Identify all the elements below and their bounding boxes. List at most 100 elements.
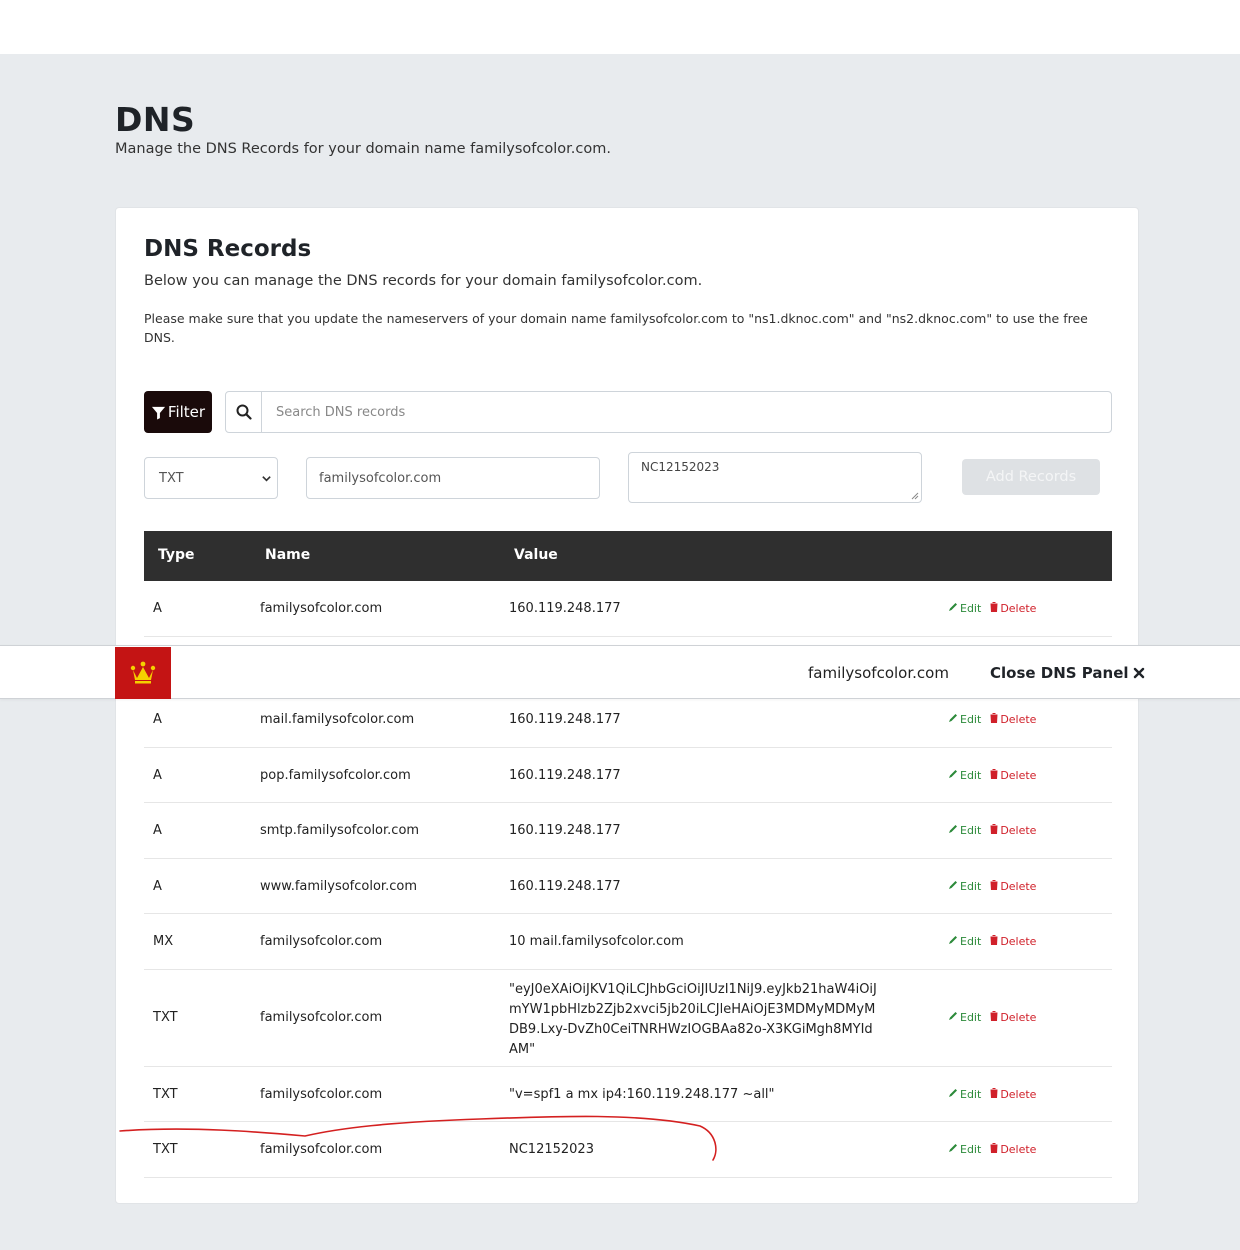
delete-label: Delete [1000, 935, 1037, 948]
record-name: familysofcolor.com [260, 601, 383, 616]
record-name-input[interactable]: familysofcolor.com [306, 457, 600, 499]
table-row: TXT familysofcolor.com NC12152023 Edit Delet… [144, 1122, 1112, 1178]
edit-button[interactable]: Edit [948, 880, 981, 893]
resize-grip-icon[interactable] [911, 492, 919, 500]
record-type: A [153, 712, 162, 727]
row-actions: Edit Delete [948, 1087, 1037, 1101]
trash-icon [990, 824, 998, 837]
edit-button[interactable]: Edit [948, 713, 981, 726]
pencil-icon [948, 935, 958, 948]
delete-button[interactable]: Delete [990, 713, 1036, 726]
record-value: "v=spf1 a mx ip4:160.119.248.177 ~all" [509, 1086, 775, 1102]
record-type: MX [153, 934, 174, 949]
trash-icon [990, 1143, 998, 1156]
trash-icon [990, 602, 998, 615]
pencil-icon [948, 602, 958, 615]
record-type: A [153, 878, 162, 894]
close-dns-panel-button[interactable]: Close DNS Panel [990, 664, 1145, 682]
chevron-down-icon [262, 476, 271, 482]
delete-label: Delete [1000, 713, 1037, 726]
delete-label: Delete [1000, 1143, 1037, 1156]
table-row: Afamilysofcolor.com 160.119.248.177 Edit De… [144, 581, 1112, 637]
edit-label: Edit [960, 1087, 982, 1101]
page-subtitle: Manage the DNS Records for your domain n… [115, 141, 611, 157]
record-value: 10 mail.familysofcolor.com [509, 934, 684, 949]
record-name: familysofcolor.com [260, 1086, 383, 1102]
row-actions: Edit Delete [948, 824, 1036, 837]
filter-icon [151, 406, 165, 420]
delete-label: Delete [1000, 602, 1037, 615]
edit-button[interactable]: Edit [948, 1143, 981, 1156]
filter-button[interactable]: Filter [144, 391, 212, 433]
pencil-icon [948, 880, 958, 893]
filter-label: Filter [167, 403, 206, 421]
edit-button[interactable]: Edit [948, 824, 981, 837]
record-value: 160.119.248.177 [509, 601, 621, 616]
delete-label: Delete [1000, 1010, 1037, 1024]
record-value: 160.119.248.177 [509, 712, 621, 727]
edit-button[interactable]: Edit [948, 602, 981, 615]
pencil-icon [948, 824, 958, 837]
close-dns-panel-label: Close DNS Panel [990, 664, 1129, 682]
trash-icon [990, 713, 998, 726]
record-value: 160.119.248.177 [509, 767, 621, 783]
edit-button[interactable]: Edit [948, 769, 981, 782]
record-name: familysofcolor.com [260, 1142, 383, 1157]
record-type: A [153, 767, 162, 783]
edit-button[interactable]: Edit [948, 935, 981, 948]
row-actions: Edit Delete [948, 935, 1036, 948]
add-records-button[interactable]: Add Records [962, 459, 1100, 495]
delete-button[interactable]: Delete [990, 1010, 1037, 1024]
trash-icon [990, 768, 998, 782]
panel-domain: familysofcolor.com [808, 664, 949, 682]
delete-button[interactable]: Delete [990, 1087, 1037, 1101]
record-name: familysofcolor.com [260, 1009, 383, 1025]
brand-logo[interactable] [115, 647, 171, 699]
table-row: MX familysofcolor.com 10 mail.familysofcol… [144, 914, 1112, 970]
page-title: DNS [115, 100, 196, 139]
record-name: smtp.familysofcolor.com [260, 823, 420, 838]
edit-button[interactable]: Edit [948, 1011, 981, 1024]
dns-panel-bar: familysofcolor.com Close DNS Panel [0, 645, 1240, 699]
delete-label: Delete [1000, 1087, 1037, 1101]
record-value: "eyJ0eXAiOiJKV1QiLCJhbGciOiJIUzI1NiJ9.ey… [509, 981, 877, 1057]
delete-button[interactable]: Delete [990, 879, 1036, 893]
crown-icon [130, 661, 156, 684]
edit-button[interactable]: Edit [948, 1088, 981, 1101]
delete-label: Delete [1000, 768, 1037, 782]
record-type: A [153, 823, 162, 838]
pencil-icon [948, 769, 958, 782]
search-group [225, 391, 1112, 433]
delete-button[interactable]: Delete [990, 935, 1036, 948]
pencil-icon [948, 1143, 958, 1156]
edit-label: Edit [960, 713, 982, 726]
table-header: Type Name Value [144, 531, 1112, 581]
delete-button[interactable]: Delete [990, 768, 1037, 782]
trash-icon [990, 935, 998, 948]
table-row: Awww.familysofcolor.com 160.119.248.177 Ed… [144, 859, 1112, 914]
header-name: Name [265, 547, 311, 563]
top-bar [0, 0, 1240, 54]
delete-button[interactable]: Delete [990, 602, 1036, 615]
record-name: mail.familysofcolor.com [260, 712, 415, 727]
record-name: pop.familysofcolor.com [260, 767, 411, 783]
card-title: DNS Records [144, 236, 312, 262]
record-value-textarea[interactable]: NC12152023 [628, 452, 922, 503]
nameserver-note: Please make sure that you update the nam… [144, 311, 1088, 345]
record-type: TXT [153, 1009, 178, 1025]
record-type-select[interactable]: TXT [144, 457, 278, 499]
delete-label: Delete [1000, 824, 1037, 837]
row-actions: Edit Delete [948, 1143, 1036, 1156]
search-icon[interactable] [226, 392, 262, 432]
header-value: Value [514, 547, 558, 563]
row-actions: Edit Delete [948, 602, 1036, 615]
delete-button[interactable]: Delete [990, 824, 1036, 837]
dns-records-card: DNS Records Below you can manage the DNS… [115, 207, 1139, 1204]
edit-label: Edit [960, 1010, 982, 1024]
record-name: familysofcolor.com [260, 934, 383, 949]
trash-icon [990, 1010, 998, 1024]
search-input[interactable] [262, 392, 1111, 432]
close-icon [1133, 667, 1144, 679]
delete-button[interactable]: Delete [990, 1143, 1036, 1156]
table-row: Apop.familysofcolor.com 160.119.248.177 Ed… [144, 748, 1112, 803]
